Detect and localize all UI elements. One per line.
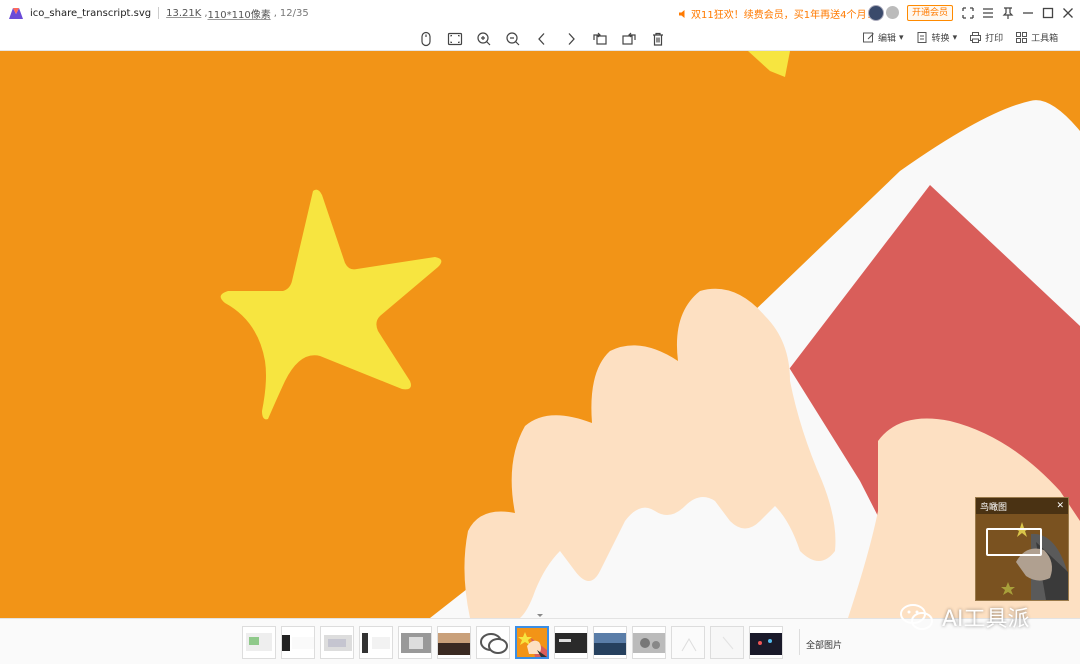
image-dimensions[interactable]: 110*110像素	[208, 6, 271, 21]
watermark-text: AI工具派	[942, 607, 1030, 632]
divider	[158, 7, 160, 19]
thumbnail[interactable]	[671, 626, 705, 659]
birdseye-panel[interactable]: 鸟瞰图 ✕	[975, 497, 1069, 601]
edit-icon	[863, 32, 874, 43]
print-label: 打印	[985, 34, 1004, 44]
birdseye-header: 鸟瞰图 ✕	[976, 498, 1068, 514]
image-canvas[interactable]	[0, 51, 1080, 618]
chevron-down-icon: ▾	[952, 32, 958, 43]
collapse-arrow-icon[interactable]	[535, 612, 545, 619]
birdseye-viewport[interactable]	[986, 528, 1042, 556]
thumbnail[interactable]	[242, 626, 276, 659]
printer-icon	[970, 32, 982, 43]
toolbar-actions: 编辑 ▾ 转换 ▾ 打印 工具箱	[862, 31, 1058, 44]
promo-banner[interactable]: 双11狂欢！续费会员，买1年再送4个月！	[678, 6, 876, 21]
thumbnail[interactable]	[554, 626, 588, 659]
convert-label: 转换	[931, 34, 950, 44]
close-icon[interactable]: ✕	[1056, 501, 1064, 511]
edit-label: 编辑	[878, 34, 897, 44]
convert-icon	[917, 32, 927, 43]
avatar[interactable]	[868, 5, 884, 21]
close-icon[interactable]	[1060, 4, 1076, 22]
promo-text: 双11狂欢！续费会员，买1年再送4个月！	[691, 10, 877, 21]
thumbnail[interactable]	[398, 626, 432, 659]
vip-badge-icon	[886, 6, 899, 19]
thumbnail[interactable]	[632, 626, 666, 659]
thumbnail[interactable]	[281, 626, 315, 659]
grid-icon	[1016, 32, 1028, 43]
thumbnail[interactable]	[320, 626, 354, 659]
all-images-link[interactable]: 全部图片	[806, 638, 842, 651]
fit-screen-icon[interactable]	[445, 29, 465, 49]
rotate-left-icon[interactable]	[590, 29, 610, 49]
next-icon[interactable]	[561, 29, 581, 49]
convert-menu[interactable]: 转换 ▾	[916, 31, 958, 44]
birdseye-title: 鸟瞰图	[980, 502, 1008, 513]
zoom-out-icon[interactable]	[503, 29, 523, 49]
file-name: ico_share_transcript.svg	[30, 7, 152, 19]
birdseye-preview	[976, 514, 1068, 600]
delete-icon[interactable]	[648, 29, 668, 49]
thumbnail[interactable]	[710, 626, 744, 659]
view-tools	[416, 29, 668, 49]
thumbnail[interactable]	[749, 626, 783, 659]
thumbnail[interactable]	[476, 626, 510, 659]
window-controls	[960, 4, 1076, 22]
pin-icon[interactable]	[1000, 4, 1016, 22]
file-size[interactable]: 13.21K	[166, 8, 201, 19]
watermark: AI工具派	[898, 601, 1030, 633]
divider	[799, 629, 800, 655]
thumbnail-active[interactable]	[515, 626, 549, 659]
menu-icon[interactable]	[980, 4, 996, 22]
displayed-image	[0, 51, 1080, 618]
toolbox-button[interactable]: 工具箱	[1015, 31, 1058, 44]
speaker-icon	[679, 9, 685, 18]
thumbnail[interactable]	[359, 626, 393, 659]
toolbox-label: 工具箱	[1031, 34, 1059, 44]
minimize-icon[interactable]	[1020, 4, 1036, 22]
open-vip-button[interactable]: 开通会员	[907, 5, 954, 21]
fullscreen-icon[interactable]	[960, 4, 976, 22]
toolbar: 编辑 ▾ 转换 ▾ 打印 工具箱	[0, 26, 1080, 51]
image-index: 12/35	[279, 7, 309, 19]
thumbnail[interactable]	[593, 626, 627, 659]
print-button[interactable]: 打印	[969, 31, 1003, 44]
edit-menu[interactable]: 编辑 ▾	[862, 31, 904, 44]
chevron-down-icon: ▾	[899, 32, 904, 43]
rotate-right-icon[interactable]	[619, 29, 639, 49]
thumbnail-list	[242, 626, 783, 659]
wechat-icon	[900, 604, 933, 630]
previous-icon[interactable]	[532, 29, 552, 49]
zoom-in-icon[interactable]	[474, 29, 494, 49]
maximize-icon[interactable]	[1040, 4, 1056, 22]
mouse-icon[interactable]	[416, 29, 436, 49]
thumbnail[interactable]	[437, 626, 471, 659]
app-logo-icon	[9, 8, 23, 19]
